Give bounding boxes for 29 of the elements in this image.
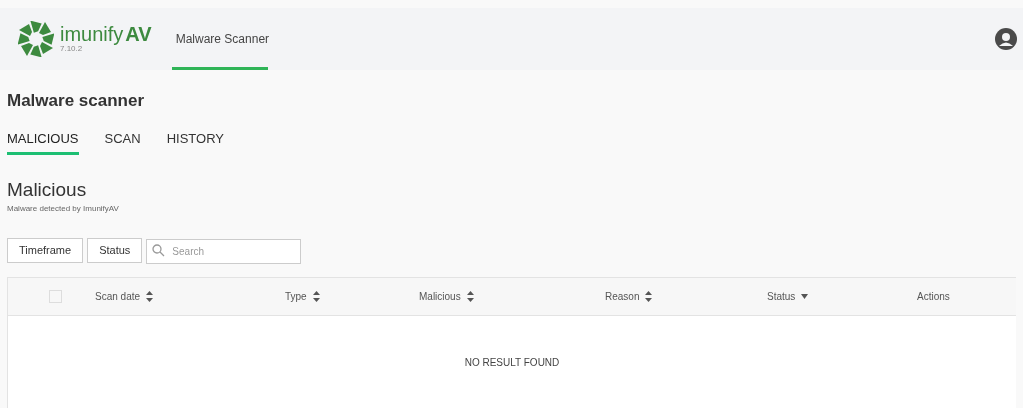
sort-icon[interactable] <box>645 290 653 302</box>
column-header[interactable]: Type <box>285 288 307 304</box>
search-field[interactable]: Search <box>146 238 302 264</box>
user-avatar-icon[interactable] <box>995 28 1017 50</box>
column-header[interactable]: Malicious <box>419 288 461 304</box>
sort-icon[interactable] <box>466 290 474 302</box>
tab[interactable]: MALICIOUS <box>7 129 79 155</box>
sort-icon[interactable] <box>312 290 320 302</box>
section-title: Malicious <box>7 179 88 199</box>
sort-down-icon[interactable] <box>801 293 809 299</box>
column-header[interactable]: Scan date <box>95 288 141 304</box>
brand-name: imunify <box>60 24 124 44</box>
tab[interactable]: SCAN <box>104 129 141 155</box>
tab[interactable]: HISTORY <box>166 129 224 155</box>
nav-tab[interactable]: Malware Scanner <box>171 8 268 70</box>
column-header[interactable]: Reason <box>605 288 640 304</box>
filter-button[interactable]: Status <box>87 237 143 263</box>
empty-message: NO RESULT FOUND <box>464 355 560 370</box>
version-text: 7.10.2 <box>60 44 83 54</box>
logo-icon <box>18 21 54 57</box>
section-subtitle: Malware detected by ImunifyAV <box>7 202 120 215</box>
sort-icon[interactable] <box>146 290 154 302</box>
column-header[interactable]: Status <box>767 288 796 304</box>
select-all-checkbox[interactable] <box>49 289 62 303</box>
page-title: Malware scanner <box>7 92 145 109</box>
column-header[interactable]: Actions <box>917 288 950 304</box>
brand-suffix: AV <box>125 24 152 44</box>
filter-button[interactable]: Timeframe <box>7 237 84 263</box>
search-icon <box>152 243 166 257</box>
